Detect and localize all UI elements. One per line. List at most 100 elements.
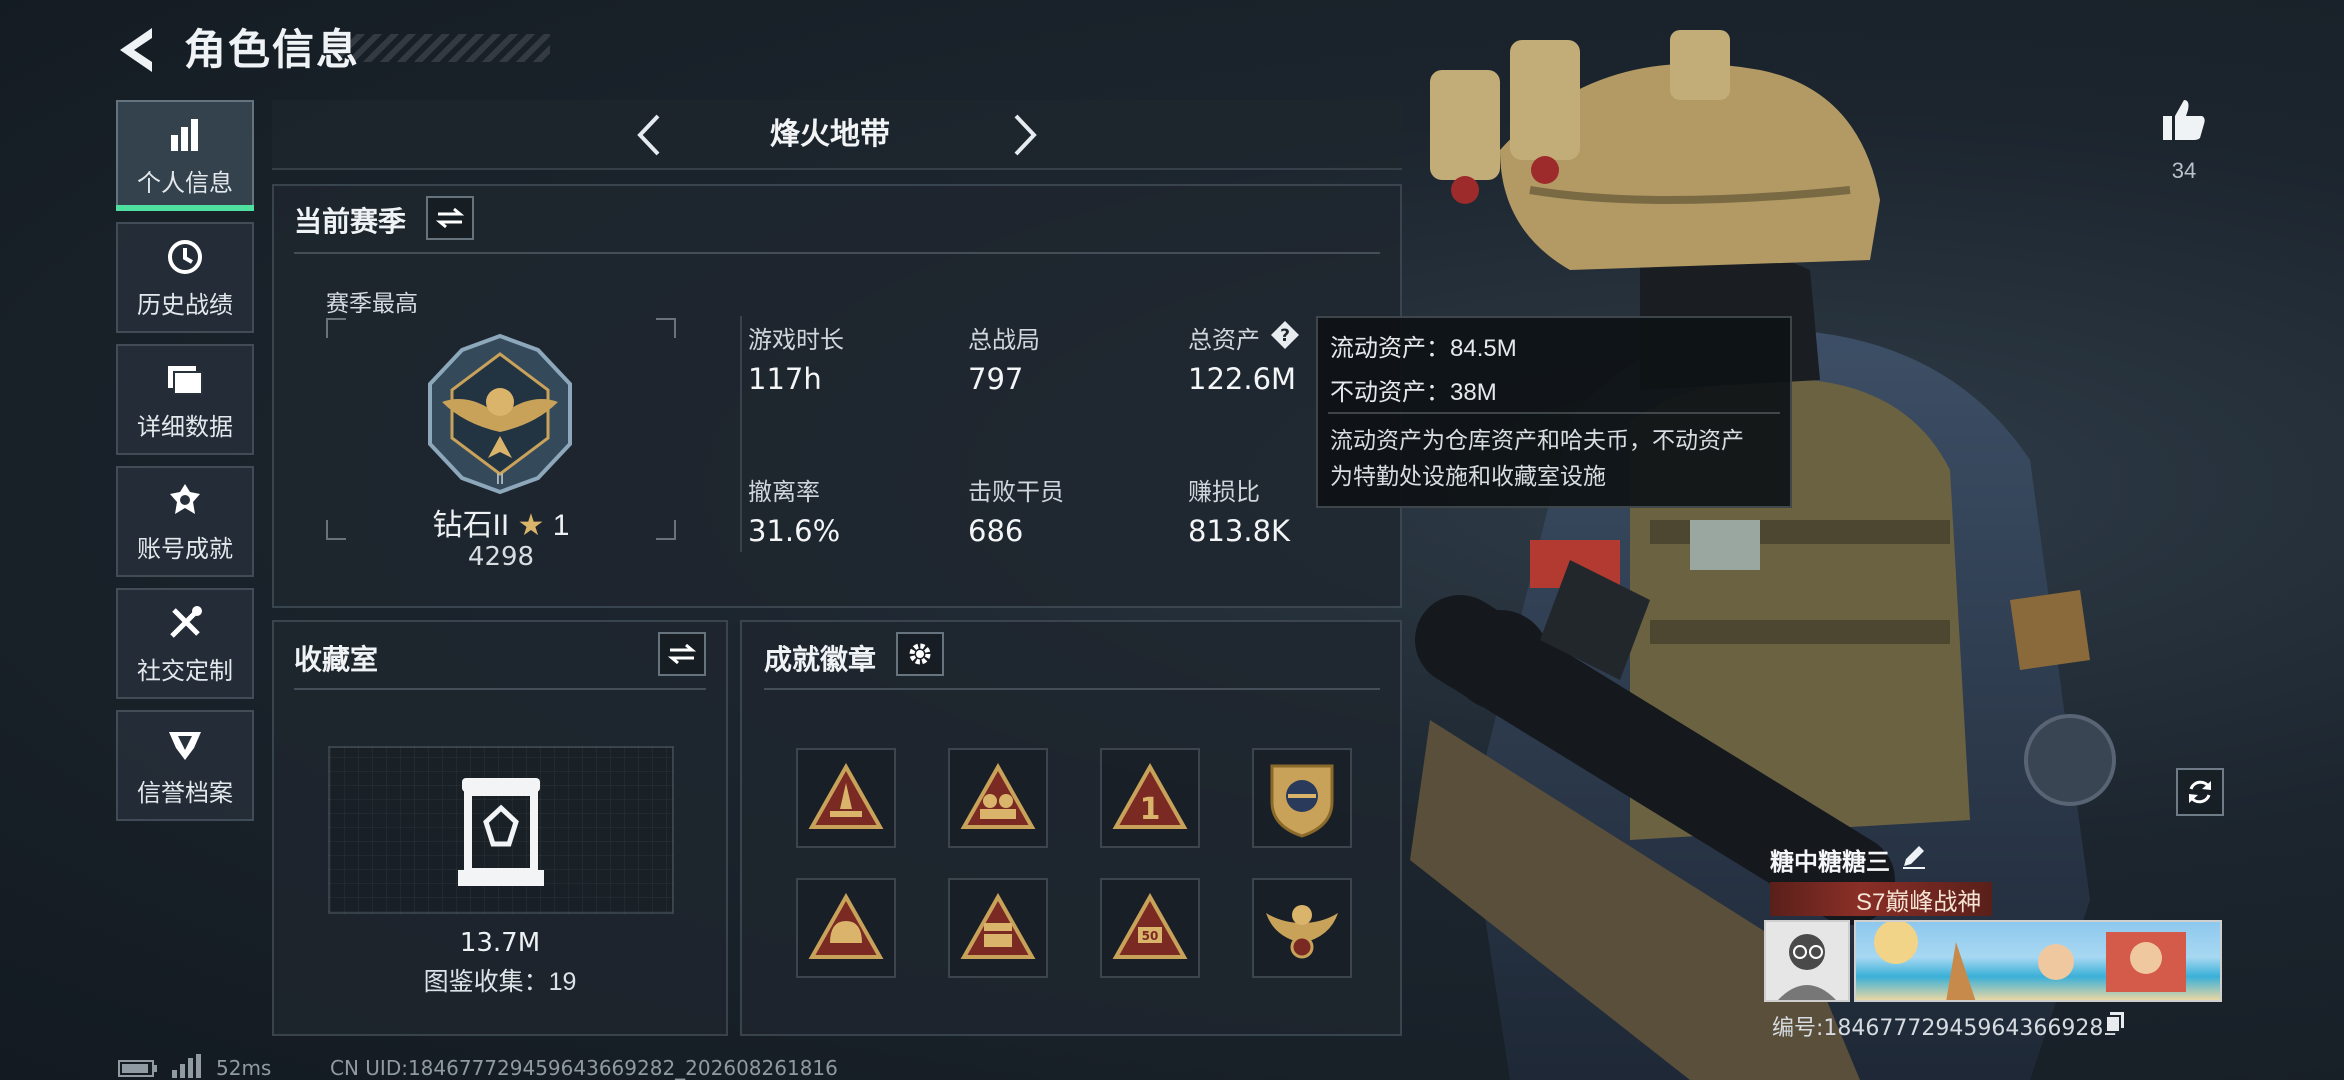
help-icon[interactable]: ? xyxy=(1270,320,1300,350)
shield-emblem-badge-icon xyxy=(1270,764,1334,838)
chevron-left-icon xyxy=(637,114,660,156)
chest-badge-icon xyxy=(960,893,1036,959)
tooltip-fixed-assets: 不动资产：38M xyxy=(1330,379,1497,406)
achievement-settings-button[interactable] xyxy=(896,632,944,676)
stat-playtime-value: 117h xyxy=(748,362,822,396)
stat-profit-label: 赚损比 xyxy=(1188,479,1260,506)
achievement-title: 成就徽章 xyxy=(764,644,877,675)
divider xyxy=(764,688,1380,690)
stat-playtime-label: 游戏时长 xyxy=(748,327,844,354)
credit-emblem-icon xyxy=(163,723,207,767)
sidebar-item-history[interactable]: 历史战绩 xyxy=(116,222,254,333)
rank-name-row: 钻石II ★ 1 xyxy=(326,500,676,544)
sidebar-item-label: 社交定制 xyxy=(137,658,233,685)
squad-badge-icon xyxy=(960,763,1036,829)
stat-assets-label: 总资产 xyxy=(1188,327,1260,354)
svg-text:II: II xyxy=(496,472,504,488)
copy-id-button[interactable] xyxy=(2104,1010,2126,1034)
collection-title: 收藏室 xyxy=(294,644,379,675)
divider xyxy=(294,252,1380,254)
svg-text:1: 1 xyxy=(1140,792,1161,827)
sidebar-item-achievements[interactable]: 账号成就 xyxy=(116,466,254,577)
sidebar-item-details[interactable]: 详细数据 xyxy=(116,344,254,455)
edit-name-button[interactable] xyxy=(1900,842,1928,870)
helmet-badge-icon xyxy=(808,893,884,959)
divider xyxy=(740,316,742,552)
tooltip-description-line2: 为特勤处设施和收藏室设施 xyxy=(1330,463,1606,489)
rocket-badge-icon xyxy=(808,763,884,829)
history-clock-icon xyxy=(163,235,207,279)
medal-icon xyxy=(163,479,207,523)
avatar-portrait-icon xyxy=(1778,934,1836,1000)
like-button[interactable] xyxy=(2160,96,2208,144)
player-name: 糖中糖糖三 xyxy=(1770,849,1890,876)
achievement-badge[interactable] xyxy=(1252,878,1352,978)
signal-icon xyxy=(172,1054,201,1078)
rank-score: 4298 xyxy=(467,542,535,572)
stat-profit-value: 813.8K xyxy=(1188,514,1291,548)
refresh-icon xyxy=(2189,780,2211,804)
achievement-badge[interactable] xyxy=(948,748,1048,848)
back-button[interactable] xyxy=(112,20,166,80)
tools-icon xyxy=(163,601,207,645)
player-title-badge: S7巅峰战神 xyxy=(1770,882,1992,916)
player-banner[interactable] xyxy=(1854,920,2222,1002)
player-avatar[interactable] xyxy=(1764,920,1850,1002)
stat-extract-value: 31.6% xyxy=(748,514,841,548)
swap-icon xyxy=(435,207,465,229)
level-50-badge-icon: 50 xyxy=(1112,893,1188,959)
star-icon: ★ xyxy=(517,509,545,542)
rank-name: 钻石II xyxy=(432,509,510,542)
stat-matches-value: 797 xyxy=(968,362,1024,396)
stat-kills-label: 击败干员 xyxy=(968,479,1064,506)
thumbs-up-icon xyxy=(2163,100,2205,140)
season-switch-button[interactable] xyxy=(426,196,474,240)
sidebar-item-label: 账号成就 xyxy=(137,536,233,563)
page-title: 角色信息 xyxy=(184,26,361,73)
rank-stars: 1 xyxy=(552,509,570,542)
collection-switch-button[interactable] xyxy=(658,632,706,676)
sidebar-item-label: 信誉档案 xyxy=(137,780,233,807)
sidebar-item-profile[interactable]: 个人信息 xyxy=(116,100,254,211)
sidebar-item-credit[interactable]: 信誉档案 xyxy=(116,710,254,821)
stat-kills-value: 686 xyxy=(968,514,1024,548)
back-arrow-icon xyxy=(120,28,152,72)
achievement-badge[interactable]: 1 xyxy=(1100,748,1200,848)
folder-icon xyxy=(163,357,207,401)
achievement-badge[interactable] xyxy=(796,878,896,978)
achievement-badge[interactable] xyxy=(1252,748,1352,848)
stat-assets-value: 122.6M xyxy=(1188,362,1297,396)
copy-icon xyxy=(2105,1012,2124,1033)
ping-text: 52ms xyxy=(216,1056,272,1080)
display-case-icon xyxy=(458,778,544,886)
sidebar-item-label: 个人信息 xyxy=(137,170,233,197)
beach-banner-image xyxy=(1874,922,2186,1000)
bar-chart-icon xyxy=(163,113,207,157)
next-mode-button[interactable] xyxy=(1004,110,1044,160)
title-decoration xyxy=(340,34,550,62)
rank-emblem-icon: II xyxy=(428,333,572,495)
player-title-text: S7巅峰战神 xyxy=(1856,888,1982,916)
divider xyxy=(294,688,706,690)
season-best-label: 赛季最高 xyxy=(326,290,418,316)
like-count: 34 xyxy=(2171,158,2197,183)
sidebar-item-label: 详细数据 xyxy=(137,414,233,441)
svg-text:50: 50 xyxy=(1142,929,1159,943)
number-one-badge-icon: 1 xyxy=(1112,763,1188,829)
svg-text:?: ? xyxy=(1280,326,1290,346)
stat-matches-label: 总战局 xyxy=(968,327,1040,354)
achievement-badge[interactable]: 50 xyxy=(1100,878,1200,978)
sidebar-item-social[interactable]: 社交定制 xyxy=(116,588,254,699)
mode-name: 烽火地带 xyxy=(770,118,890,151)
achievement-badge[interactable] xyxy=(796,748,896,848)
refresh-button[interactable] xyxy=(2176,768,2224,816)
sidebar-item-label: 历史战绩 xyxy=(137,292,233,319)
assets-tooltip: 流动资产：84.5M 不动资产：38M 流动资产为仓库资产和哈夫币，不动资产 为… xyxy=(1316,316,1792,508)
stat-extract-label: 撤离率 xyxy=(748,479,820,506)
divider xyxy=(1328,412,1780,414)
operator-character-image xyxy=(1410,30,2116,1080)
achievement-badge[interactable] xyxy=(948,878,1048,978)
swap-icon xyxy=(667,643,697,665)
gear-icon xyxy=(909,643,931,665)
prev-mode-button[interactable] xyxy=(630,110,670,160)
